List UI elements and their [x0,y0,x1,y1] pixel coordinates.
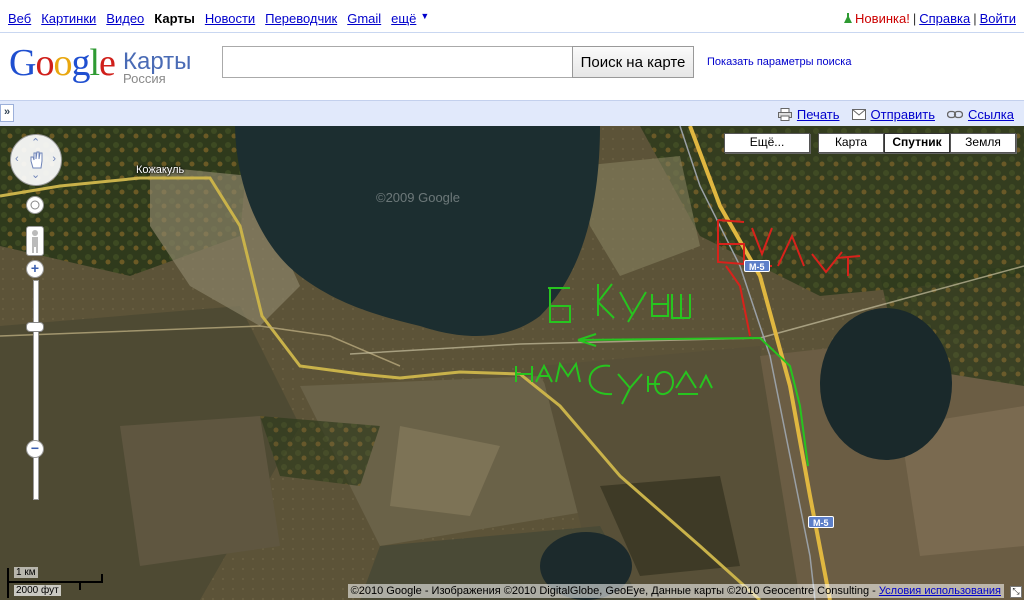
map-scale: 1 км 2000 фут [6,566,110,600]
map-type-earth-button[interactable]: Земля [950,133,1016,153]
logo-letter: l [89,42,100,84]
resize-corner-icon[interactable]: ⤡ [1010,586,1022,598]
pan-left-icon[interactable]: ‹ [15,154,19,165]
satellite-map[interactable]: ©2009 Google Кожакуль М-5 М-5 ⌃ ‹ › ⌄ + … [0,126,1024,600]
road-shield: М-5 [808,516,834,528]
print-label: Печать [796,107,840,122]
zoom-out-button[interactable]: − [26,440,44,458]
map-type-map-button[interactable]: Карта [818,133,884,153]
terms-of-use-link[interactable]: Условия использования [879,585,1001,597]
separator: | [973,11,977,26]
circle-icon [30,200,40,210]
account-links: Новинка! | Справка | Войти [844,11,1016,26]
zoom-track[interactable] [33,280,39,500]
help-link[interactable]: Справка [919,11,970,26]
print-button[interactable]: Печать [777,107,840,122]
nav-link-more[interactable]: ещё [391,11,416,26]
pegman-icon [32,230,38,253]
logo-letter: o [35,42,54,84]
road-shield: М-5 [744,260,770,272]
reset-view-button[interactable] [26,196,44,214]
send-label: Отправить [870,107,935,122]
logo-letter: e [99,42,116,84]
pan-down-icon[interactable]: ⌄ [31,170,40,181]
send-button[interactable]: Отправить [851,107,935,122]
panel-toggle-button[interactable]: » [0,104,14,122]
pan-control[interactable]: ⌃ ‹ › ⌄ [10,134,62,186]
region-label: Россия [123,71,166,86]
zoom-in-button[interactable]: + [26,260,44,278]
envelope-icon [851,109,866,120]
new-features-link[interactable]: Новинка! [855,11,910,26]
chevron-down-icon[interactable]: ▼ [420,11,429,26]
top-navigation-bar: Веб Картинки Видео Карты Новости Перевод… [0,0,1024,33]
labs-flask-icon [844,13,853,23]
product-nav: Веб Картинки Видео Карты Новости Перевод… [8,11,429,26]
search-map-button[interactable]: Поиск на карте [572,46,694,78]
chain-link-icon [946,110,963,119]
map-copyright: ©2010 Google - Изображения ©2010 Digital… [347,584,1004,598]
more-layers-button[interactable]: Ещё... [724,133,810,153]
pan-right-icon[interactable]: › [52,154,56,165]
printer-icon [777,108,792,121]
logo-letter: g [71,42,90,84]
scale-metric-label: 1 км [14,567,38,578]
hand-icon [30,151,43,169]
nav-link-maps: Карты [154,11,195,26]
search-input[interactable] [222,46,574,78]
map-toolbar: » Печать Отправить Ссылка [0,100,1024,126]
satellite-imagery[interactable] [0,126,1024,600]
search-header: Google Карты Россия Поиск на карте Показ… [0,34,1024,100]
logo-letter: G [9,42,36,84]
nav-link-news[interactable]: Новости [205,11,255,26]
link-label: Ссылка [967,107,1014,122]
toolbar-actions: Печать Отправить Ссылка [777,107,1014,122]
separator: | [912,11,917,26]
google-logo[interactable]: Google [9,42,116,84]
scale-imperial-label: 2000 фут [14,585,61,596]
search-options-link[interactable]: Показать параметры поиска [707,56,851,68]
pan-up-icon[interactable]: ⌃ [31,138,40,149]
logo-letter: o [53,42,72,84]
nav-link-video[interactable]: Видео [106,11,144,26]
imagery-watermark: ©2009 Google [376,190,461,205]
link-button[interactable]: Ссылка [946,107,1014,122]
nav-link-web[interactable]: Веб [8,11,31,26]
zoom-slider-handle[interactable] [26,322,44,332]
copyright-text: ©2010 Google - Изображения ©2010 Digital… [350,585,876,597]
sign-in-link[interactable]: Войти [980,11,1016,26]
nav-link-images[interactable]: Картинки [41,11,96,26]
map-type-satellite-button[interactable]: Спутник [884,133,950,153]
town-label: Кожакуль [136,164,185,176]
nav-link-translate[interactable]: Переводчик [265,11,337,26]
street-view-pegman[interactable] [26,226,44,256]
nav-link-gmail[interactable]: Gmail [347,11,381,26]
